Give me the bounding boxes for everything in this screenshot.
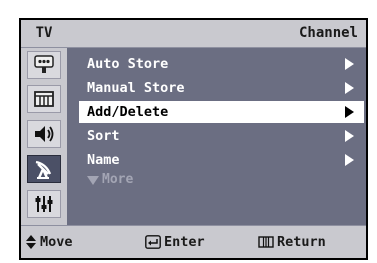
picture-icon[interactable]: [27, 85, 61, 113]
menu-item-label: Sort: [87, 128, 120, 144]
sidebar: [21, 48, 67, 226]
menu-header: TV Channel: [21, 20, 366, 48]
up-down-icon: [26, 235, 36, 249]
footer-enter-label: Enter: [164, 234, 205, 250]
enter-icon: [145, 235, 161, 249]
input-icon[interactable]: [27, 51, 61, 79]
more-label: More: [102, 172, 134, 187]
triangle-down-icon: [87, 175, 99, 185]
menu-item-label: Auto Store: [87, 56, 169, 72]
menu-item-label: Manual Store: [87, 80, 185, 96]
footer-return-label: Return: [277, 234, 326, 250]
menu-item-label: Name: [87, 152, 120, 168]
menu-footer: Move Enter Return: [21, 225, 366, 258]
tv-osd-menu: TV Channel Auto Store Manual Store Add/D…: [0, 0, 377, 263]
more-indicator[interactable]: More: [87, 172, 133, 188]
menu-item-auto-store[interactable]: Auto Store: [79, 53, 364, 75]
sound-icon[interactable]: [27, 120, 61, 148]
channel-menu-list: Auto Store Manual Store Add/Delete Sort …: [67, 48, 366, 226]
menu-item-add-delete[interactable]: Add/Delete: [79, 101, 364, 123]
footer-return: Return: [258, 226, 326, 258]
arrow-right-icon: [345, 82, 354, 94]
menu-frame: TV Channel Auto Store Manual Store Add/D…: [19, 18, 368, 260]
menu-item-name[interactable]: Name: [79, 149, 364, 171]
menu-title: Channel: [298, 25, 358, 41]
arrow-right-icon: [345, 106, 354, 118]
menu-item-manual-store[interactable]: Manual Store: [79, 77, 364, 99]
footer-move-label: Move: [40, 234, 73, 250]
return-menu-icon: [258, 236, 274, 248]
footer-move: Move: [25, 226, 73, 258]
footer-enter: Enter: [145, 226, 205, 258]
arrow-right-icon: [345, 130, 354, 142]
channel-antenna-icon[interactable]: [27, 155, 61, 183]
arrow-right-icon: [345, 58, 354, 70]
arrow-right-icon: [345, 154, 354, 166]
menu-item-label: Add/Delete: [87, 104, 169, 120]
setup-icon[interactable]: [27, 190, 61, 218]
input-source-label: TV: [35, 25, 53, 41]
menu-item-sort[interactable]: Sort: [79, 125, 364, 147]
